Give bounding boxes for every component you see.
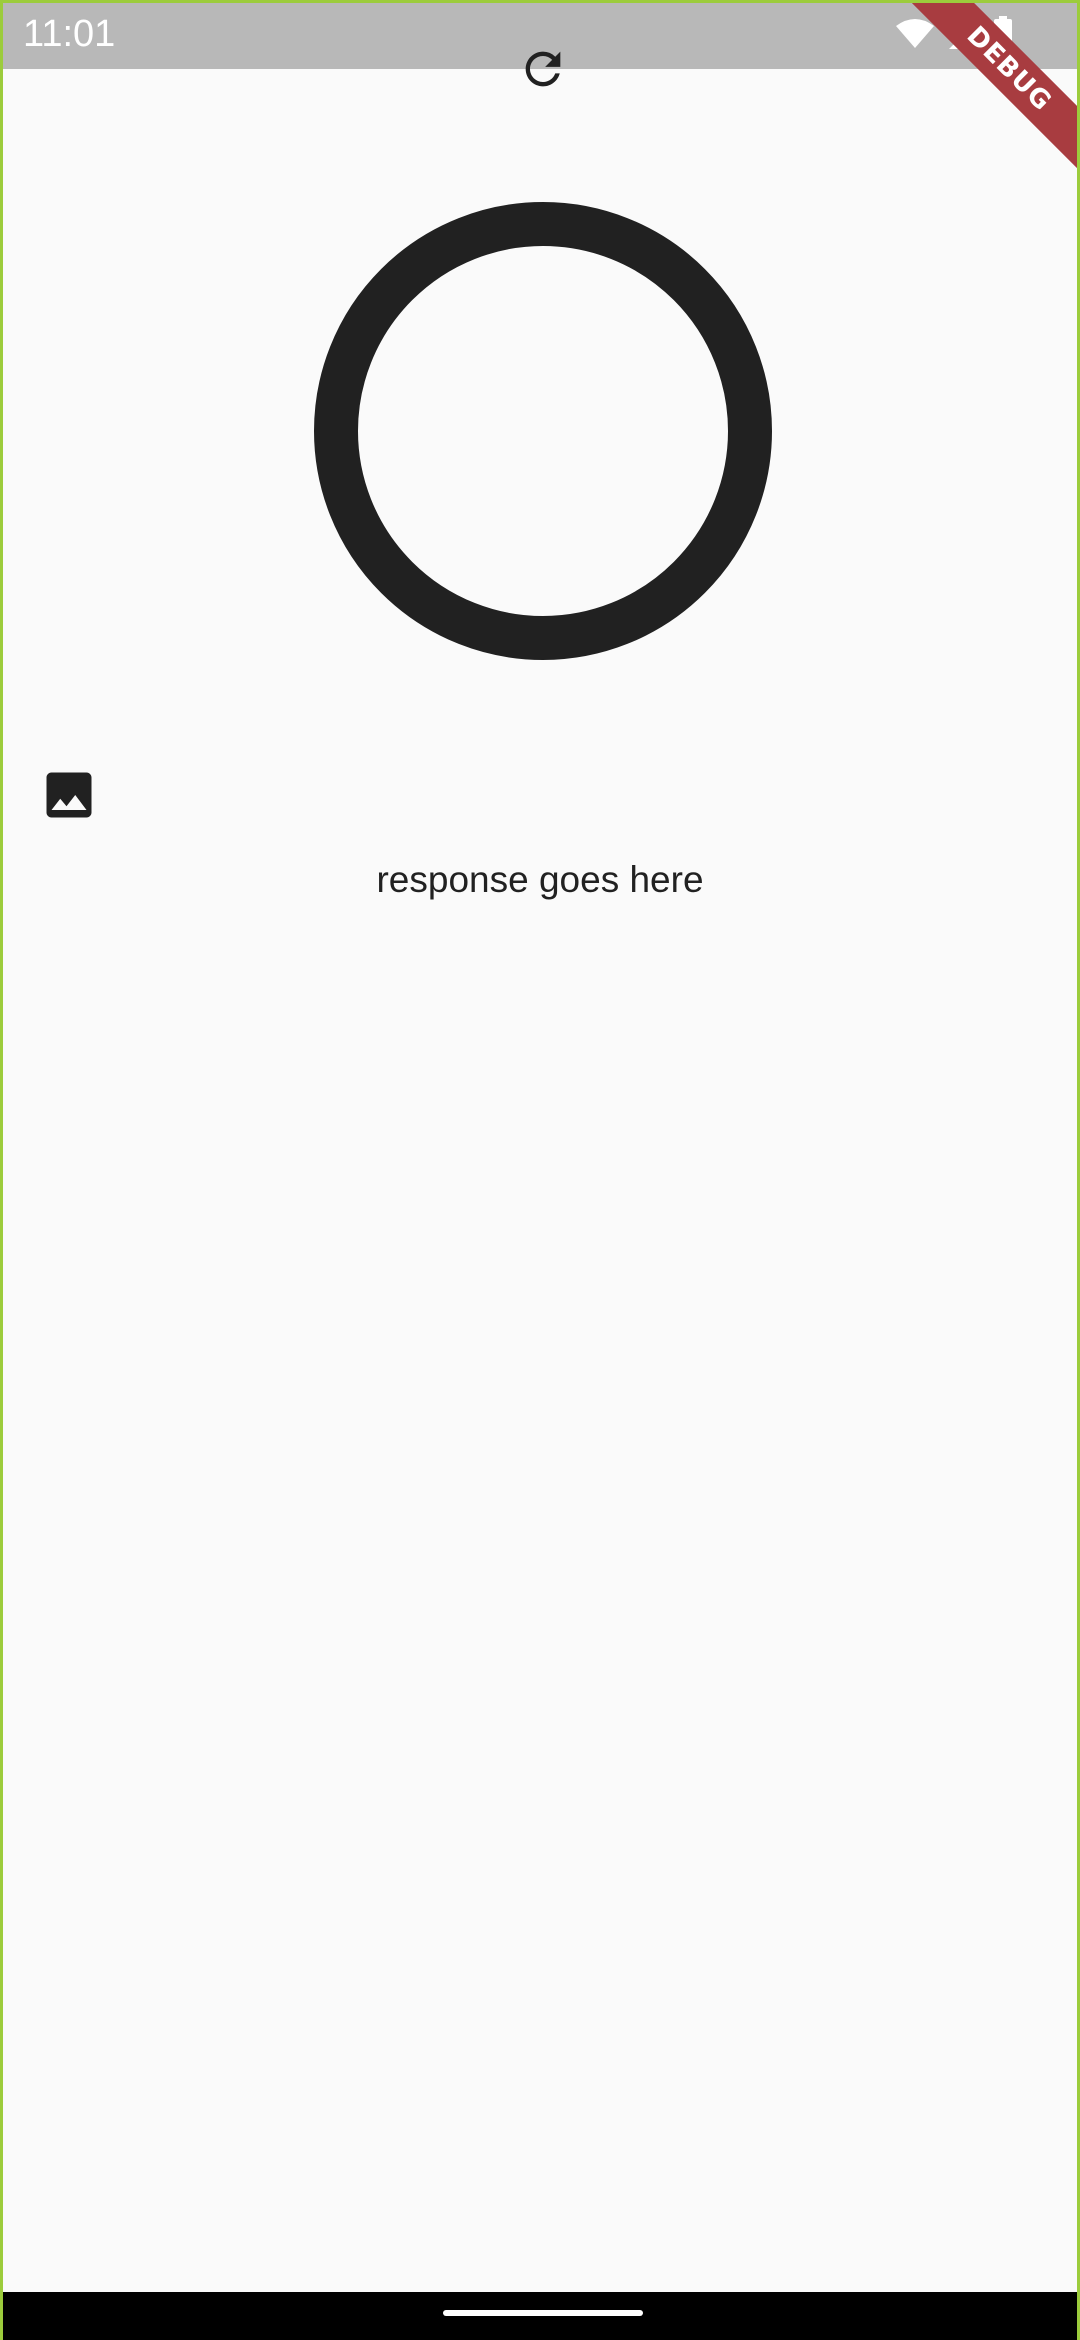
home-gesture-handle[interactable] bbox=[443, 2310, 643, 2316]
status-time: 11:01 bbox=[23, 13, 116, 55]
navigation-bar bbox=[3, 2292, 1077, 2340]
battery-icon bbox=[993, 15, 1013, 57]
pick-image-button[interactable] bbox=[39, 767, 99, 827]
status-icons bbox=[895, 15, 1013, 57]
wifi-icon bbox=[895, 18, 935, 55]
response-text: response goes here bbox=[376, 859, 704, 900]
signal-icon bbox=[947, 17, 981, 56]
refresh-button[interactable] bbox=[511, 39, 575, 103]
refresh-icon bbox=[517, 43, 569, 100]
image-icon bbox=[39, 765, 99, 830]
progress-ring bbox=[314, 202, 772, 660]
app-screen: 11:01 response goes here DEBUG bbox=[0, 0, 1080, 2340]
